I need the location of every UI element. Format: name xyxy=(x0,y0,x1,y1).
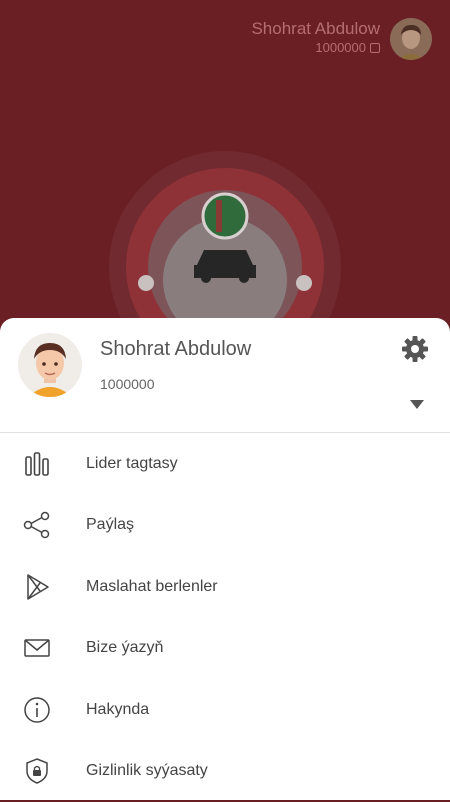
menu-item-share[interactable]: Paýlaş xyxy=(0,495,450,557)
menu-item-about[interactable]: Hakynda xyxy=(0,679,450,741)
menu-item-label: Gizlinlik syýasaty xyxy=(86,762,208,780)
header-avatar[interactable] xyxy=(390,18,432,60)
drawer-profile: Shohrat Abdulow 1000000 xyxy=(0,318,450,433)
info-icon xyxy=(22,695,52,725)
menu-item-label: Hakynda xyxy=(86,701,149,719)
settings-gear-icon[interactable] xyxy=(400,334,430,364)
menu-item-label: Lider tagtasy xyxy=(86,455,178,473)
menu-item-leaderboard[interactable]: Lider tagtasy xyxy=(0,433,450,495)
drawer-avatar[interactable] xyxy=(18,333,82,397)
leaderboard-icon xyxy=(22,449,52,479)
menu-item-label: Maslahat berlenler xyxy=(86,578,218,596)
header-user[interactable]: Shohrat Abdulow 1000000 xyxy=(251,18,432,60)
share-icon xyxy=(22,510,52,540)
privacy-shield-icon xyxy=(22,756,52,786)
mail-icon xyxy=(22,633,52,663)
menu-item-rate[interactable]: Maslahat berlenler xyxy=(0,556,450,618)
header-score: 1000000 xyxy=(315,40,366,56)
coin-icon xyxy=(370,43,380,53)
menu-item-contact[interactable]: Bize ýazyň xyxy=(0,618,450,680)
menu-item-privacy[interactable]: Gizlinlik syýasaty xyxy=(0,741,450,802)
menu-item-label: Paýlaş xyxy=(86,516,134,534)
header-score-row: 1000000 xyxy=(251,40,380,56)
drawer-menu: Lider tagtasy Paýlaş xyxy=(0,433,450,802)
navigation-drawer: Shohrat Abdulow 1000000 xyxy=(0,318,450,800)
menu-item-label: Bize ýazyň xyxy=(86,639,163,657)
drawer-user-name: Shohrat Abdulow xyxy=(100,338,251,361)
header-user-texts: Shohrat Abdulow 1000000 xyxy=(251,18,380,56)
header-user-name: Shohrat Abdulow xyxy=(251,18,380,40)
play-store-icon xyxy=(22,572,52,602)
account-dropdown-chevron-down-icon[interactable] xyxy=(410,400,424,409)
drawer-score: 1000000 xyxy=(100,376,155,392)
